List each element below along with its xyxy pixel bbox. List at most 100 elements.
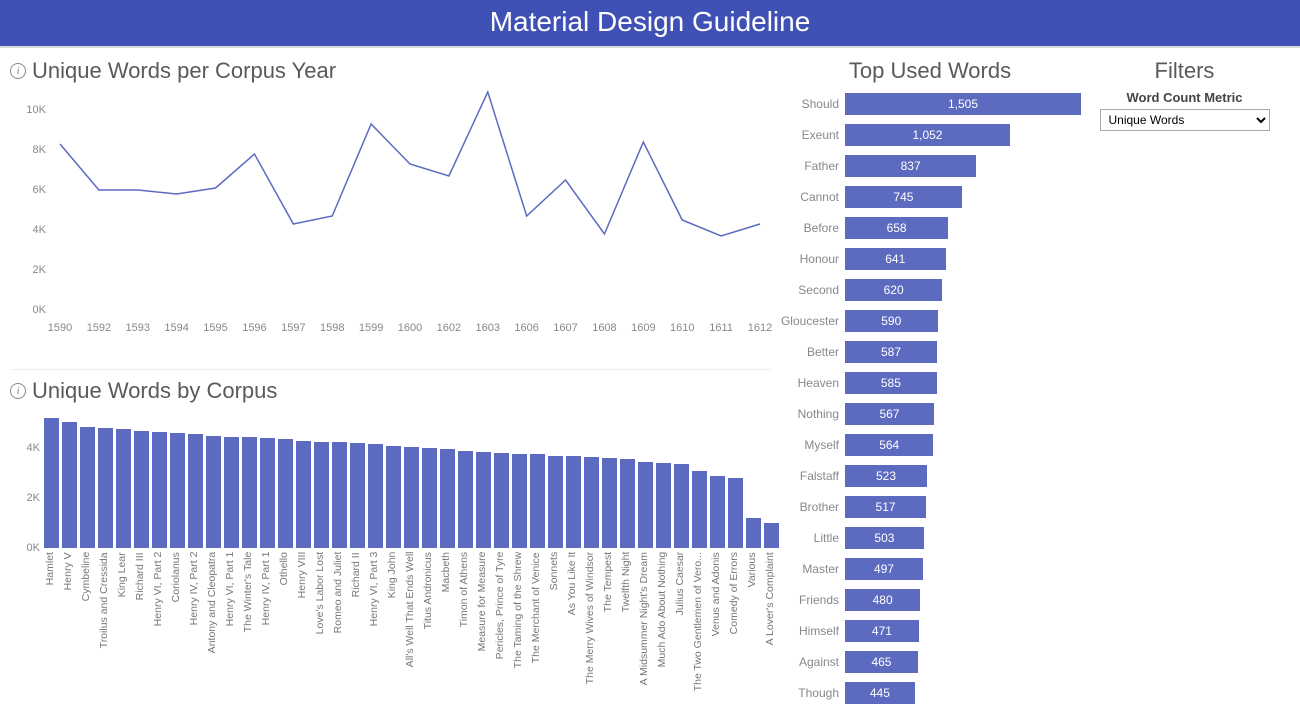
bar[interactable] <box>512 454 527 548</box>
top-word-label: Father <box>779 159 845 173</box>
bar[interactable] <box>116 429 131 548</box>
line-chart-title-row: i Unique Words per Corpus Year <box>10 58 771 84</box>
top-word-row[interactable]: Nothing567 <box>779 400 1081 428</box>
bar[interactable] <box>710 476 725 549</box>
bar[interactable] <box>44 418 59 548</box>
top-word-row[interactable]: Better587 <box>779 338 1081 366</box>
bar[interactable] <box>458 451 473 549</box>
x-tick: 1594 <box>164 322 188 334</box>
bar[interactable] <box>242 437 257 548</box>
bar[interactable] <box>224 437 239 548</box>
top-word-track: 465 <box>845 651 1081 673</box>
bar[interactable] <box>152 432 167 548</box>
top-word-row[interactable]: Falstaff523 <box>779 462 1081 490</box>
bar[interactable] <box>206 436 221 549</box>
bar[interactable] <box>548 456 563 549</box>
top-word-row[interactable]: Brother517 <box>779 493 1081 521</box>
bar[interactable] <box>98 428 113 548</box>
bar[interactable] <box>764 523 779 548</box>
top-word-row[interactable]: Heaven585 <box>779 369 1081 397</box>
x-tick: 1608 <box>592 322 616 334</box>
bar-label: Venus and Adonis <box>710 552 725 691</box>
top-word-row[interactable]: Little503 <box>779 524 1081 552</box>
bar-label: Richard II <box>350 552 365 691</box>
top-word-bar: 641 <box>845 248 946 270</box>
top-word-track: 480 <box>845 589 1081 611</box>
top-word-row[interactable]: Myself564 <box>779 431 1081 459</box>
bar[interactable] <box>350 443 365 548</box>
bar[interactable] <box>404 447 419 548</box>
top-word-row[interactable]: Second620 <box>779 276 1081 304</box>
bar[interactable] <box>368 444 383 548</box>
bar[interactable] <box>422 448 437 548</box>
bar-label: The Merry Wives of Windsor <box>584 552 599 691</box>
bar[interactable] <box>692 471 707 549</box>
top-word-row[interactable]: Should1,505 <box>779 90 1081 118</box>
bar[interactable] <box>566 456 581 549</box>
top-word-row[interactable]: Against465 <box>779 648 1081 676</box>
top-word-bar: 497 <box>845 558 923 580</box>
top-word-row[interactable]: Friends480 <box>779 586 1081 614</box>
content-area: i Unique Words per Corpus Year 0K2K4K6K8… <box>0 48 1300 701</box>
bar-label: Julius Caesar <box>674 552 689 691</box>
top-words-chart[interactable]: Should1,505 Exeunt1,052 Father837 Cannot745… <box>779 90 1081 707</box>
top-word-row[interactable]: Gloucester590 <box>779 307 1081 335</box>
bar-chart-y-axis: 0K2K4K <box>10 418 42 548</box>
bar[interactable] <box>620 459 635 548</box>
top-word-row[interactable]: Exeunt1,052 <box>779 121 1081 149</box>
bar[interactable] <box>80 427 95 548</box>
bar[interactable] <box>332 442 347 548</box>
bar[interactable] <box>134 431 149 549</box>
bar[interactable] <box>188 434 203 548</box>
top-word-row[interactable]: Before658 <box>779 214 1081 242</box>
bar[interactable] <box>386 446 401 549</box>
bar-chart[interactable]: 0K2K4K HamletHenry VCymbelineTroilus and… <box>10 418 771 718</box>
bar[interactable] <box>728 478 743 548</box>
bar[interactable] <box>638 462 653 548</box>
bar[interactable] <box>296 441 311 549</box>
bar-label: Much Ado About Nothing <box>656 552 671 691</box>
info-icon[interactable]: i <box>10 383 26 399</box>
bar[interactable] <box>278 439 293 548</box>
bar[interactable] <box>314 442 329 548</box>
bar[interactable] <box>530 454 545 548</box>
bar[interactable] <box>494 453 509 548</box>
bar[interactable] <box>746 518 761 548</box>
top-word-bar: 523 <box>845 465 927 487</box>
bar[interactable] <box>602 458 617 548</box>
bar[interactable] <box>440 449 455 548</box>
bar-label: Othello <box>278 552 293 691</box>
top-word-track: 471 <box>845 620 1081 642</box>
top-word-row[interactable]: Cannot745 <box>779 183 1081 211</box>
top-word-label: Against <box>779 655 845 669</box>
bar[interactable] <box>656 463 671 548</box>
bar[interactable] <box>476 452 491 548</box>
bar[interactable] <box>674 464 689 548</box>
bar[interactable] <box>584 457 599 548</box>
top-word-bar: 620 <box>845 279 942 301</box>
line-chart[interactable]: 0K2K4K6K8K10K 15901592159315941595159615… <box>10 90 771 370</box>
top-word-row[interactable]: Master497 <box>779 555 1081 583</box>
top-word-bar: 503 <box>845 527 924 549</box>
top-word-row[interactable]: Father837 <box>779 152 1081 180</box>
top-words-title-row: Top Used Words <box>779 58 1081 84</box>
top-word-row[interactable]: Though445 <box>779 679 1081 707</box>
top-word-label: Second <box>779 283 845 297</box>
info-icon[interactable]: i <box>10 63 26 79</box>
top-word-bar: 587 <box>845 341 937 363</box>
top-word-row[interactable]: Himself471 <box>779 617 1081 645</box>
bar[interactable] <box>62 422 77 548</box>
top-word-bar: 480 <box>845 589 920 611</box>
bar[interactable] <box>260 438 275 548</box>
x-tick: 1592 <box>87 322 111 334</box>
top-word-label: Nothing <box>779 407 845 421</box>
line-chart-y-axis: 0K2K4K6K8K10K <box>10 90 50 310</box>
bar[interactable] <box>170 433 185 548</box>
bar-label: Henry VIII <box>296 552 311 691</box>
metric-filter-select[interactable]: Unique Words <box>1100 109 1270 131</box>
bar-chart-title: Unique Words by Corpus <box>32 378 277 404</box>
bar-label: Troilus and Cressida <box>98 552 113 691</box>
x-tick: 1590 <box>48 322 72 334</box>
top-word-row[interactable]: Honour641 <box>779 245 1081 273</box>
top-word-bar: 658 <box>845 217 948 239</box>
